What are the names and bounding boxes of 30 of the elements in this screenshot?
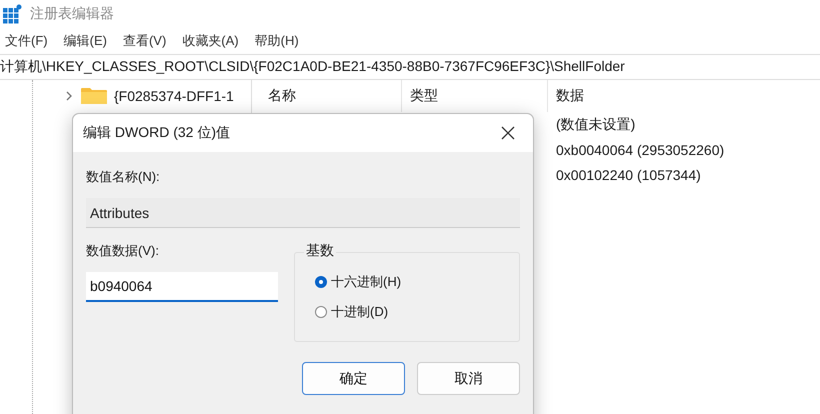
group-title: 基数 (304, 242, 336, 260)
radio-button[interactable] (315, 306, 327, 318)
value-data-field[interactable]: b0940064 (86, 272, 278, 302)
menu-item[interactable]: 编辑(E) (62, 30, 108, 52)
app-icon (2, 4, 22, 24)
dialog-button[interactable]: 确定 (302, 362, 405, 395)
column-header[interactable]: 名称 (260, 80, 402, 112)
address-bar[interactable]: 计算机\HKEY_CLASSES_ROOT\CLSID\{F02C1A0D-BE21-4350-88B0-7367FC96EF3C}\ShellFolder (0, 54, 820, 80)
expand-chevron-icon[interactable] (64, 91, 74, 101)
data-cell-text: 0xb0040064 (2953052260) (555, 142, 726, 158)
data-cell-text: 0x00102240 (1057344) (555, 166, 702, 182)
value-data-label: 数值数据(V): (86, 242, 160, 260)
folder-icon (80, 87, 108, 105)
tree-item[interactable]: {F0285374-DFF1-1 (114, 88, 234, 104)
menu-item[interactable]: 帮助(H) (254, 30, 300, 52)
radio-label[interactable]: 十进制(D) (331, 303, 388, 321)
column-header[interactable]: 类型 (402, 80, 548, 112)
window-title: 注册表编辑器 (30, 5, 114, 23)
value-name-field[interactable]: Attributes (86, 198, 520, 228)
column-header[interactable]: 数据 (548, 80, 820, 112)
radio-button[interactable] (315, 276, 327, 288)
data-cell-text: (数值未设置) (555, 116, 636, 134)
value-name-label: 数值名称(N): (86, 168, 161, 186)
menu-item[interactable]: 查看(V) (122, 30, 168, 52)
dialog-title: 编辑 DWORD (32 位)值 (83, 124, 230, 142)
dialog-button[interactable]: 取消 (417, 362, 520, 395)
menu-item[interactable]: 文件(F) (4, 30, 49, 52)
radio-label[interactable]: 十六进制(H) (331, 273, 402, 291)
close-icon (501, 126, 515, 140)
menu-item[interactable]: 收藏夹(A) (181, 30, 240, 52)
